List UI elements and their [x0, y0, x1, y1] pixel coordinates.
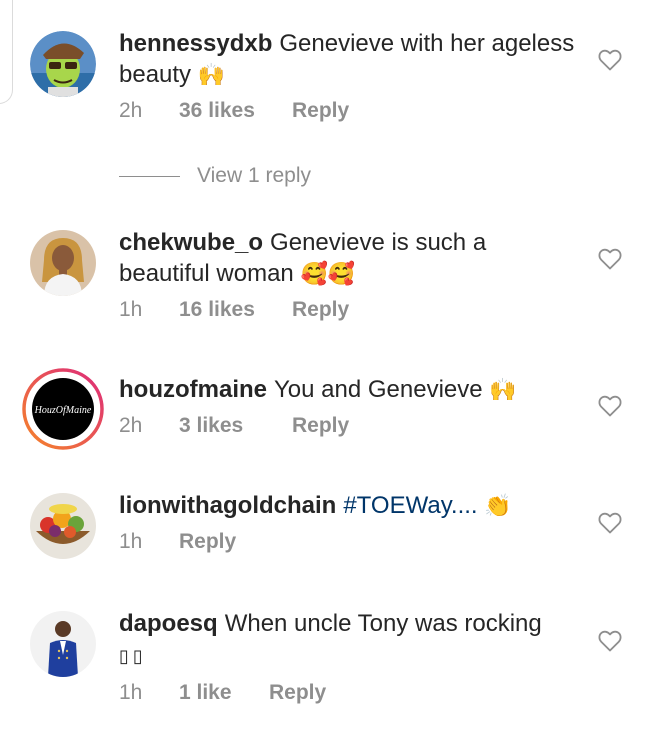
reply-button[interactable]: Reply — [179, 530, 236, 554]
reply-button[interactable]: Reply — [292, 99, 349, 123]
comment-body: chekwube_o Genevieve is such a beautiful … — [119, 227, 579, 322]
comment-meta: 1h 16 likes Reply — [119, 298, 579, 322]
heart-outline-icon[interactable] — [598, 248, 622, 270]
comment-emoji: 🙌 — [197, 62, 226, 87]
comment-meta: 1h 1 like Reply — [119, 681, 579, 705]
heart-outline-icon[interactable] — [598, 630, 622, 652]
fruit-basket-icon[interactable] — [30, 493, 96, 559]
comment-message: When uncle Tony was rocking — [224, 610, 542, 637]
reply-button[interactable]: Reply — [292, 414, 349, 438]
hashtag-link[interactable]: #TOEWay.... — [343, 492, 477, 519]
brand-logo-text: HouzOfMaine — [34, 405, 92, 416]
comment-emoji: 🙌 — [489, 377, 517, 402]
comment-body: lionwithagoldchain #TOEWay.... 👏 1h Reply — [119, 490, 579, 554]
comment-username[interactable]: chekwube_o — [119, 229, 263, 256]
comment-body: dapoesq When uncle Tony was rocking ▯▯ 1h… — [119, 608, 579, 705]
reply-button[interactable]: Reply — [292, 298, 349, 322]
comment-text: hennessydxb Genevieve with her ageless be… — [119, 28, 579, 90]
comment-time: 2h — [119, 414, 143, 437]
reply-button[interactable]: Reply — [269, 681, 326, 705]
comment-likes[interactable]: 36 likes — [179, 99, 292, 123]
comment-username[interactable]: hennessydxb — [119, 30, 272, 57]
comment-time: 1h — [119, 298, 143, 321]
profile-photo-icon[interactable] — [30, 230, 96, 296]
unrendered-emoji-glyphs: ▯▯ — [119, 646, 147, 666]
comment-body: houzofmaine You and Genevieve 🙌 2h 3 like… — [119, 374, 579, 438]
comment-likes[interactable]: 3 likes — [179, 414, 292, 438]
comment-emoji: 🥰🥰 — [300, 261, 356, 286]
comment-message: You and Genevieve — [274, 376, 483, 403]
comment-text: chekwube_o Genevieve is such a beautiful … — [119, 227, 579, 289]
view-replies-label: View 1 reply — [197, 164, 312, 187]
comment-meta: 2h 3 likes Reply — [119, 414, 579, 438]
replies-divider — [119, 175, 180, 177]
comment-meta: 2h 36 likes Reply — [119, 99, 579, 123]
cartoon-avatar-icon[interactable] — [30, 31, 96, 97]
comment-body: hennessydxb Genevieve with her ageless be… — [119, 28, 579, 123]
heart-outline-icon[interactable] — [598, 512, 622, 534]
comment-likes[interactable]: 16 likes — [179, 298, 292, 322]
brand-logo-icon[interactable]: HouzOfMaine — [22, 368, 104, 450]
comment-time: 1h — [119, 681, 143, 704]
comment-text: lionwithagoldchain #TOEWay.... 👏 — [119, 490, 579, 521]
comment-text: dapoesq When uncle Tony was rocking ▯▯ — [119, 608, 579, 672]
view-replies-button[interactable]: View 1 reply — [119, 164, 311, 188]
comment-meta: 1h Reply — [119, 530, 579, 554]
heart-outline-icon[interactable] — [598, 395, 622, 417]
profile-photo-icon[interactable] — [30, 611, 96, 677]
sheet-corner — [0, 0, 13, 104]
comment-emoji: 👏 — [484, 493, 512, 518]
comment-username[interactable]: dapoesq — [119, 610, 218, 637]
comment-username[interactable]: houzofmaine — [119, 376, 267, 403]
comment-username[interactable]: lionwithagoldchain — [119, 492, 336, 519]
comment-likes[interactable]: 1 like — [179, 681, 269, 705]
comment-text: houzofmaine You and Genevieve 🙌 — [119, 374, 579, 405]
comment-time: 1h — [119, 530, 143, 553]
comment-time: 2h — [119, 99, 143, 122]
heart-outline-icon[interactable] — [598, 49, 622, 71]
